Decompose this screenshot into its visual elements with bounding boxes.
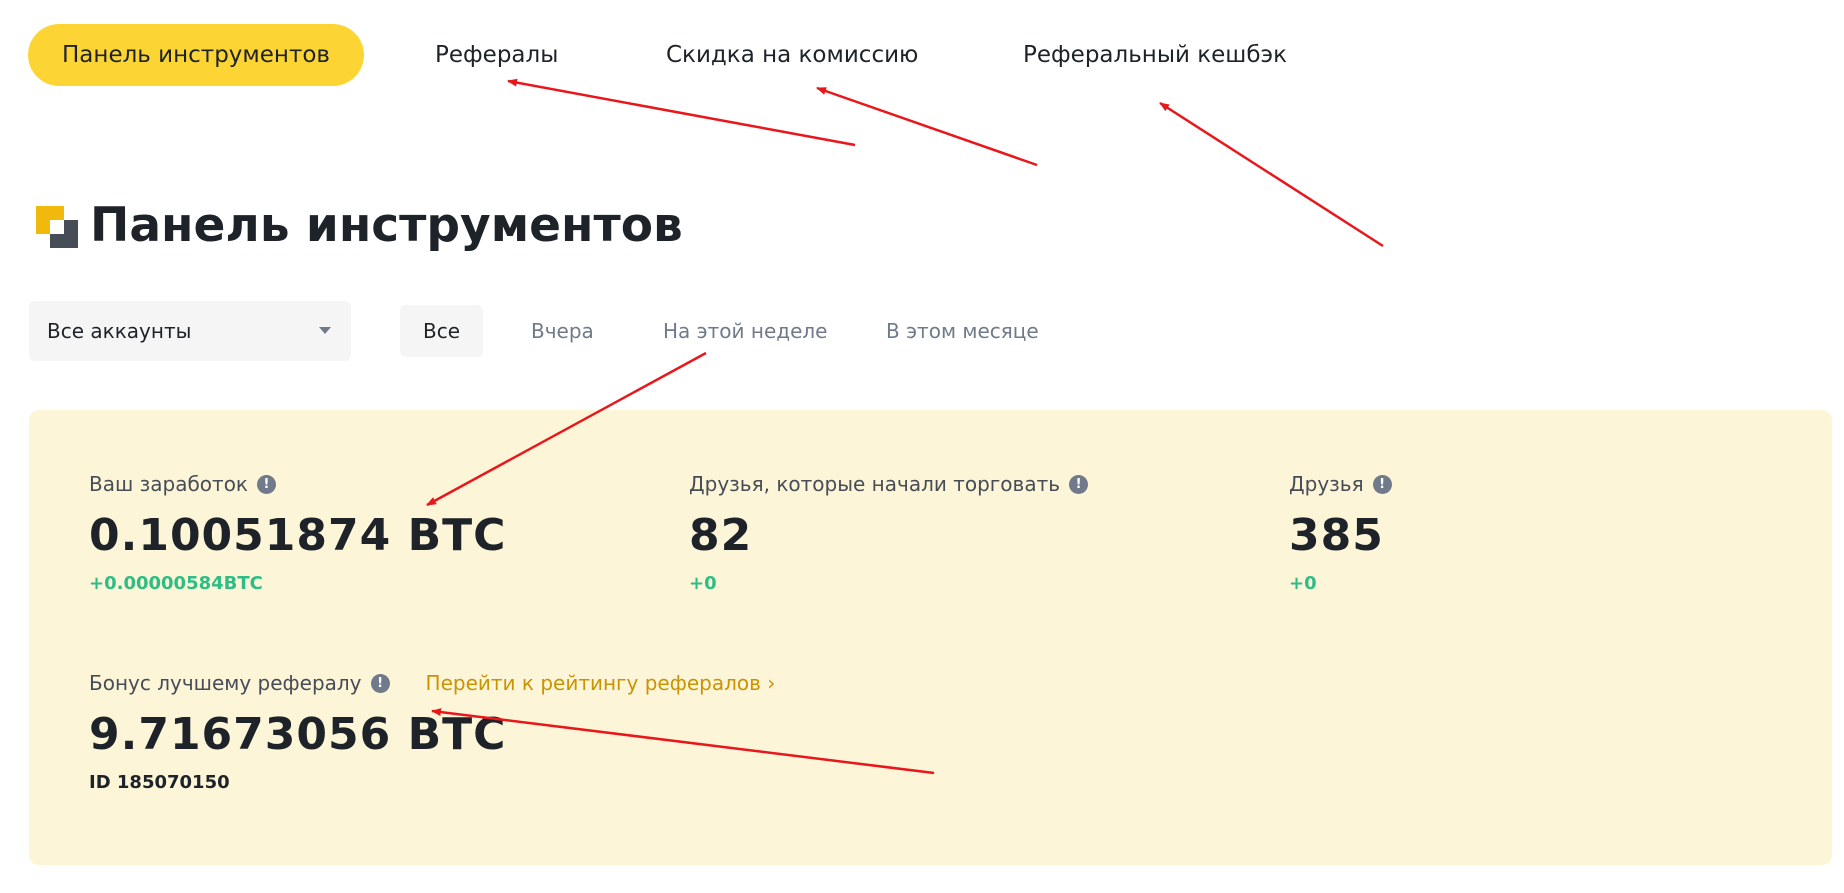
referral-rating-link[interactable]: Перейти к рейтингу рефералов ›	[426, 671, 776, 695]
info-icon[interactable]: !	[257, 474, 277, 494]
trading-friends-value: 82	[689, 510, 753, 561]
tab-referral-cashback[interactable]: Реферальный кешбэк	[1023, 24, 1287, 86]
trading-friends-label: Друзья, которые начали торговать	[689, 472, 1061, 496]
tab-dashboard[interactable]: Панель инструментов	[28, 24, 364, 86]
account-select-value: Все аккаунты	[47, 319, 192, 343]
friends-delta: +0	[1289, 573, 1317, 594]
info-icon[interactable]: !	[1372, 474, 1392, 494]
top-referral-id: ID 185070150	[89, 772, 230, 793]
annotation-arrow	[1159, 101, 1384, 248]
top-referral-bonus-value: 9.71673056 BTC	[89, 709, 507, 760]
friends-value: 385	[1289, 510, 1384, 561]
info-icon[interactable]: !	[1069, 474, 1089, 494]
period-this-week[interactable]: На этой неделе	[663, 305, 827, 357]
top-nav-tabs: Панель инструментов Рефералы Скидка на к…	[0, 0, 1844, 110]
period-yesterday[interactable]: Вчера	[531, 305, 594, 357]
info-icon[interactable]: !	[370, 673, 390, 693]
stats-panel: Ваш заработок ! 0.10051874 BTC +0.000005…	[29, 410, 1832, 865]
period-this-month[interactable]: В этом месяце	[886, 305, 1039, 357]
period-all[interactable]: Все	[400, 305, 483, 357]
stat-trading-friends: Друзья, которые начали торговать ! 82 +0	[689, 472, 1089, 594]
earnings-value: 0.10051874 BTC	[89, 510, 507, 561]
caret-down-icon	[319, 327, 331, 334]
friends-label: Друзья	[1289, 472, 1364, 496]
stat-earnings: Ваш заработок ! 0.10051874 BTC +0.000005…	[89, 472, 506, 594]
stat-top-referral-bonus: Бонус лучшему рефералу ! Перейти к рейти…	[89, 671, 775, 793]
earnings-delta: +0.00000584BTC	[89, 573, 263, 594]
tab-referrals[interactable]: Рефералы	[435, 24, 558, 86]
dashboard-logo-icon	[36, 206, 78, 248]
account-select[interactable]: Все аккаунты	[29, 301, 351, 361]
page-title: Панель инструментов	[90, 198, 683, 253]
earnings-label: Ваш заработок	[89, 472, 249, 496]
tab-commission-discount[interactable]: Скидка на комиссию	[666, 24, 918, 86]
trading-friends-delta: +0	[689, 573, 717, 594]
top-referral-bonus-label: Бонус лучшему рефералу	[89, 671, 362, 695]
stat-friends: Друзья ! 385 +0	[1289, 472, 1392, 594]
